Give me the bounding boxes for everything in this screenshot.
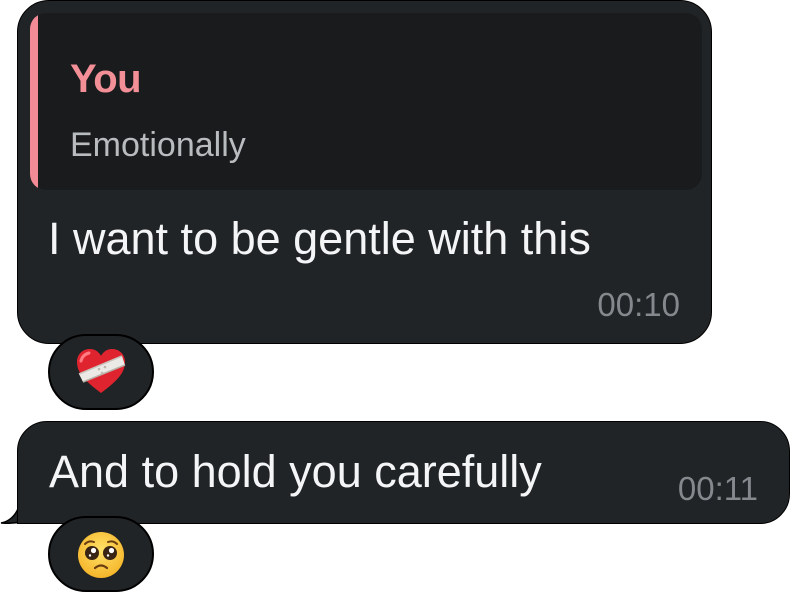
message-timestamp: 00:10 <box>597 286 680 323</box>
reply-author: You <box>70 57 142 101</box>
reply-quote[interactable]: You Emotionally <box>30 13 702 190</box>
reaction-pill-2[interactable] <box>48 516 154 592</box>
message-text: I want to be gentle with this <box>48 213 591 264</box>
mending-heart-icon <box>77 349 126 393</box>
message-bubble-1[interactable]: You Emotionally I want to be gentle with… <box>17 0 712 344</box>
chat-view: You Emotionally I want to be gentle with… <box>0 0 791 593</box>
message-text: And to hold you carefully <box>49 446 542 497</box>
message-timestamp: 00:11 <box>677 470 758 507</box>
message-bubble-2[interactable]: And to hold you carefully 00:11 <box>17 421 790 524</box>
reaction-pill-1[interactable] <box>48 334 154 410</box>
reply-text: Emotionally <box>70 126 246 164</box>
pleading-face-icon <box>78 532 124 578</box>
reply-accent-bar <box>30 13 38 190</box>
